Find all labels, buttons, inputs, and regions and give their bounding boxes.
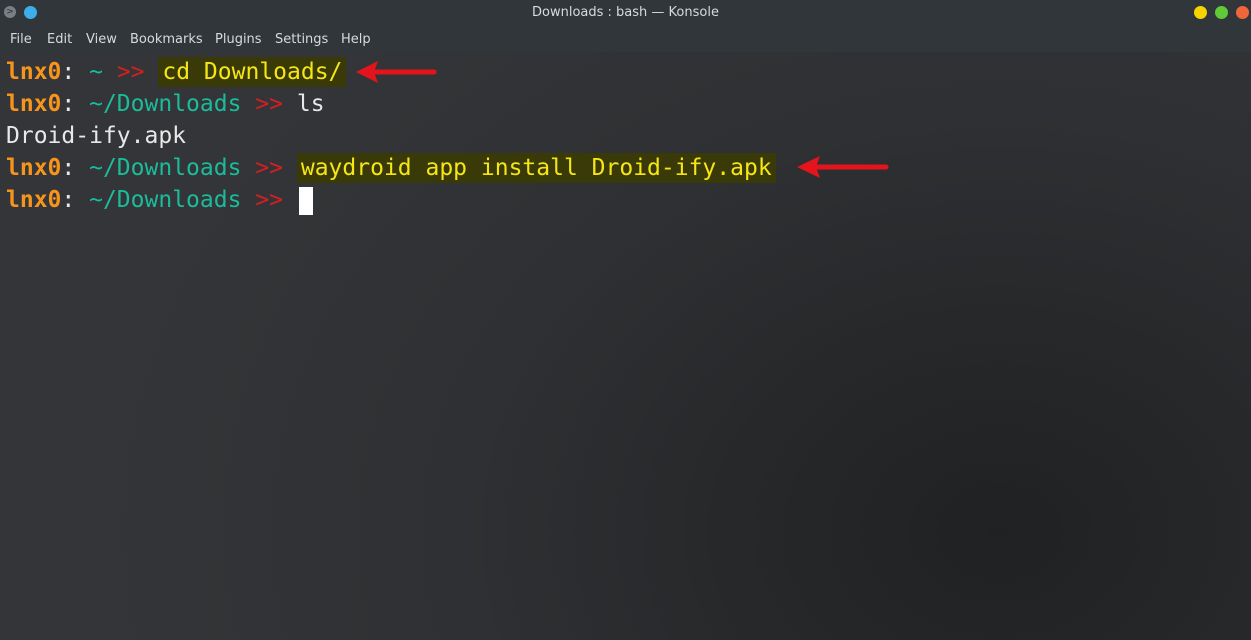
menu-bookmarks[interactable]: Bookmarks	[130, 32, 203, 47]
annotation-arrow-icon	[356, 61, 437, 83]
terminal-area[interactable]: lnx0: ~ >> cd Downloads/ lnx0: ~/Downloa…	[0, 52, 1251, 640]
close-button[interactable]	[1236, 6, 1249, 19]
menu-bar: File Edit View Bookmarks Plugins Setting…	[0, 26, 1251, 52]
annotation-overlay	[356, 61, 889, 178]
maximize-button[interactable]	[1215, 6, 1228, 19]
menu-file[interactable]: File	[10, 32, 32, 47]
menu-help[interactable]: Help	[341, 32, 371, 47]
window-title: Downloads : bash — Konsole	[532, 5, 719, 20]
title-bar[interactable]: > Downloads : bash — Konsole	[0, 0, 1251, 26]
menu-settings[interactable]: Settings	[275, 32, 328, 47]
menu-edit[interactable]: Edit	[47, 32, 72, 47]
menu-view[interactable]: View	[86, 32, 117, 47]
konsole-window: > Downloads : bash — Konsole File Edit V…	[0, 0, 1251, 640]
minimize-button[interactable]	[1194, 6, 1207, 19]
annotation-arrow-icon	[797, 156, 889, 178]
menu-plugins[interactable]: Plugins	[215, 32, 262, 47]
